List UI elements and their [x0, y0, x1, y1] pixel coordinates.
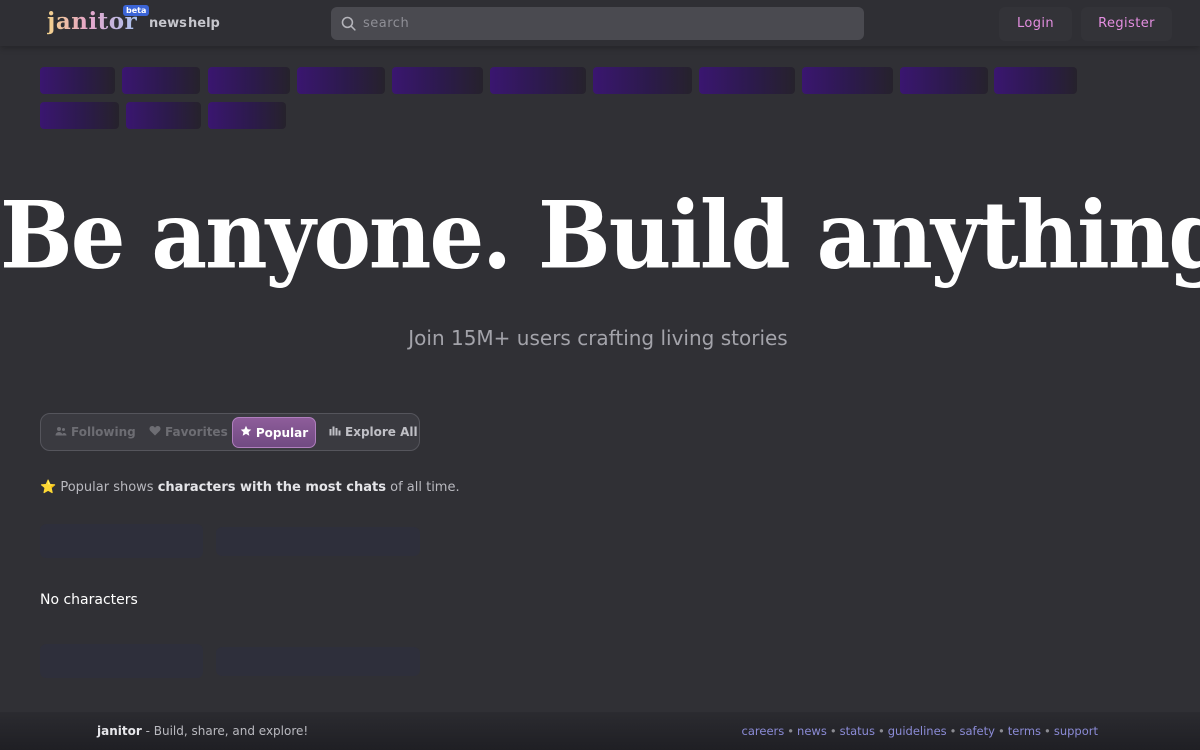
register-button[interactable]: Register	[1081, 7, 1172, 41]
tab-explore-all[interactable]: Explore All	[329, 417, 418, 448]
star-icon	[240, 418, 252, 449]
pagination-placeholder[interactable]	[216, 647, 420, 676]
empty-state-message: No characters	[40, 592, 138, 608]
footer-link-status[interactable]: status	[840, 724, 875, 738]
footer-separator: •	[949, 724, 957, 738]
tag-placeholder[interactable]	[900, 67, 988, 94]
pagination-placeholder[interactable]	[40, 644, 203, 678]
footer-link-support[interactable]: support	[1054, 724, 1098, 738]
page: janitor beta news help Login Register Be…	[0, 0, 1200, 750]
tag-placeholder[interactable]	[208, 102, 286, 129]
popular-note-pre: Popular shows	[60, 480, 154, 495]
footer-link-news[interactable]: news	[797, 724, 827, 738]
tag-placeholder[interactable]	[297, 67, 385, 94]
tag-placeholder[interactable]	[126, 102, 201, 129]
tab-popular[interactable]: Popular	[232, 417, 316, 448]
footer-link-guidelines[interactable]: guidelines	[888, 724, 947, 738]
beta-badge: beta	[123, 5, 150, 16]
popular-note-highlight: characters with the most chats	[157, 480, 386, 495]
tag-placeholder[interactable]	[490, 67, 586, 94]
filter-placeholder[interactable]	[40, 524, 203, 558]
login-button[interactable]: Login	[999, 7, 1072, 41]
footer-separator: •	[787, 724, 795, 738]
footer-link-careers[interactable]: careers	[742, 724, 785, 738]
footer-link-terms[interactable]: terms	[1008, 724, 1041, 738]
users-icon	[55, 417, 67, 448]
tab-following-label: Following	[71, 425, 136, 439]
tab-favorites[interactable]: Favorites	[149, 417, 228, 448]
search-icon	[341, 16, 356, 31]
bar-chart-icon	[329, 417, 341, 448]
tag-placeholder[interactable]	[392, 67, 483, 94]
popular-note-post: of all time.	[390, 480, 460, 495]
tab-following[interactable]: Following	[55, 417, 136, 448]
character-filter-tabs: Following Favorites Popular Explore All	[40, 413, 420, 451]
tag-placeholder[interactable]	[40, 67, 115, 94]
footer-separator: •	[997, 724, 1005, 738]
tag-placeholder[interactable]	[122, 67, 200, 94]
tag-placeholder[interactable]	[994, 67, 1077, 94]
popular-description: ⭐ Popular shows characters with the most…	[40, 480, 460, 495]
footer-brand-name: janitor	[97, 724, 142, 738]
hero-title: Be anyone. Build anything.	[0, 180, 1200, 291]
top-header: janitor beta news help Login Register	[0, 0, 1200, 46]
search-box[interactable]	[331, 7, 864, 40]
tag-placeholder[interactable]	[593, 67, 692, 94]
footer-brand: janitor - Build, share, and explore!	[97, 724, 308, 738]
nav-news-link[interactable]: news	[149, 16, 187, 31]
star-emoji-icon: ⭐	[40, 480, 57, 495]
footer-tagline: - Build, share, and explore!	[145, 724, 309, 738]
tag-placeholder[interactable]	[208, 67, 290, 94]
tag-placeholder[interactable]	[40, 102, 119, 129]
footer-links: careers • news • status • guidelines • safety • te…	[742, 724, 1098, 738]
tag-placeholder[interactable]	[699, 67, 795, 94]
tab-popular-label: Popular	[255, 426, 309, 440]
sort-placeholder[interactable]	[216, 527, 420, 556]
heart-icon	[149, 417, 161, 448]
footer-separator: •	[877, 724, 885, 738]
search-input[interactable]	[363, 7, 853, 40]
footer-separator: •	[1044, 724, 1051, 738]
tab-favorites-label: Favorites	[165, 425, 228, 439]
tag-placeholder[interactable]	[802, 67, 893, 94]
page-footer: janitor - Build, share, and explore! car…	[0, 712, 1200, 750]
footer-separator: •	[829, 724, 837, 738]
hero-subtitle: Join 15M+ users crafting living stories	[408, 326, 788, 350]
footer-link-safety[interactable]: safety	[959, 724, 994, 738]
tab-explore-all-label: Explore All	[345, 425, 418, 439]
nav-help-link[interactable]: help	[188, 16, 220, 31]
